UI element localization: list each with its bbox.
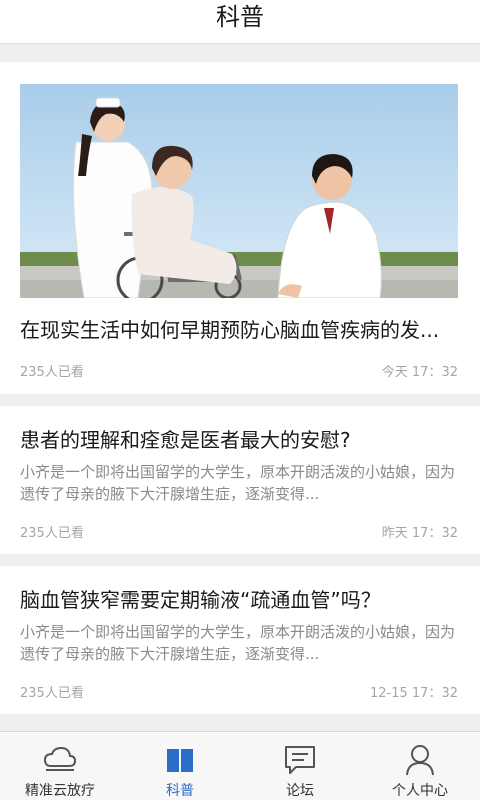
publish-time: 今天 17：32: [381, 365, 458, 380]
tab-science[interactable]: 科普: [120, 732, 240, 800]
medical-staff-photo: [20, 84, 458, 298]
tab-forum[interactable]: 论坛: [240, 732, 360, 800]
chat-icon: [283, 744, 317, 776]
article-summary: 小齐是一个即将出国留学的大学生，原本开朗活泼的小姑娘，因为遗传了母亲的腋下大汗腺…: [20, 623, 456, 663]
tab-label: 个人中心: [392, 783, 448, 799]
article-title[interactable]: 脑血管狭窄需要定期输液“疏通血管”吗？: [20, 587, 460, 613]
article-summary: 小齐是一个即将出国留学的大学生，原本开朗活泼的小姑娘，因为遗传了母亲的腋下大汗腺…: [20, 463, 456, 503]
cloud-icon: [43, 744, 77, 776]
article-card[interactable]: 在现实生活中如何早期预防心脑血管疾病的发... 235人已看 今天 17：32: [0, 62, 480, 394]
bottom-tab-bar: 精准云放疗 科普 论坛 个人中心: [0, 731, 480, 800]
tab-label: 论坛: [286, 783, 314, 799]
publish-time: 12-15 17：32: [370, 686, 458, 701]
view-count: 235人已看: [20, 365, 84, 380]
top-header: 科普: [0, 0, 480, 44]
article-card[interactable]: 脑血管狭窄需要定期输液“疏通血管”吗？ 小齐是一个即将出国留学的大学生，原本开朗…: [0, 566, 480, 714]
article-hero-image[interactable]: [20, 84, 458, 298]
tab-personal-center[interactable]: 个人中心: [360, 732, 480, 800]
publish-time: 昨天 17：32: [381, 526, 458, 541]
tab-label: 科普: [166, 783, 194, 799]
tab-cloud-radiotherapy[interactable]: 精准云放疗: [0, 732, 120, 800]
book-icon: [163, 744, 197, 776]
view-count: 235人已看: [20, 686, 84, 701]
article-title[interactable]: 患者的理解和痊愈是医者最大的安慰?: [20, 427, 460, 453]
page-title: 科普: [216, 3, 264, 31]
person-icon: [403, 744, 437, 776]
view-count: 235人已看: [20, 526, 84, 541]
article-title[interactable]: 在现实生活中如何早期预防心脑血管疾病的发...: [20, 317, 460, 343]
article-card[interactable]: 患者的理解和痊愈是医者最大的安慰? 小齐是一个即将出国留学的大学生，原本开朗活泼…: [0, 406, 480, 554]
tab-label: 精准云放疗: [25, 783, 95, 799]
